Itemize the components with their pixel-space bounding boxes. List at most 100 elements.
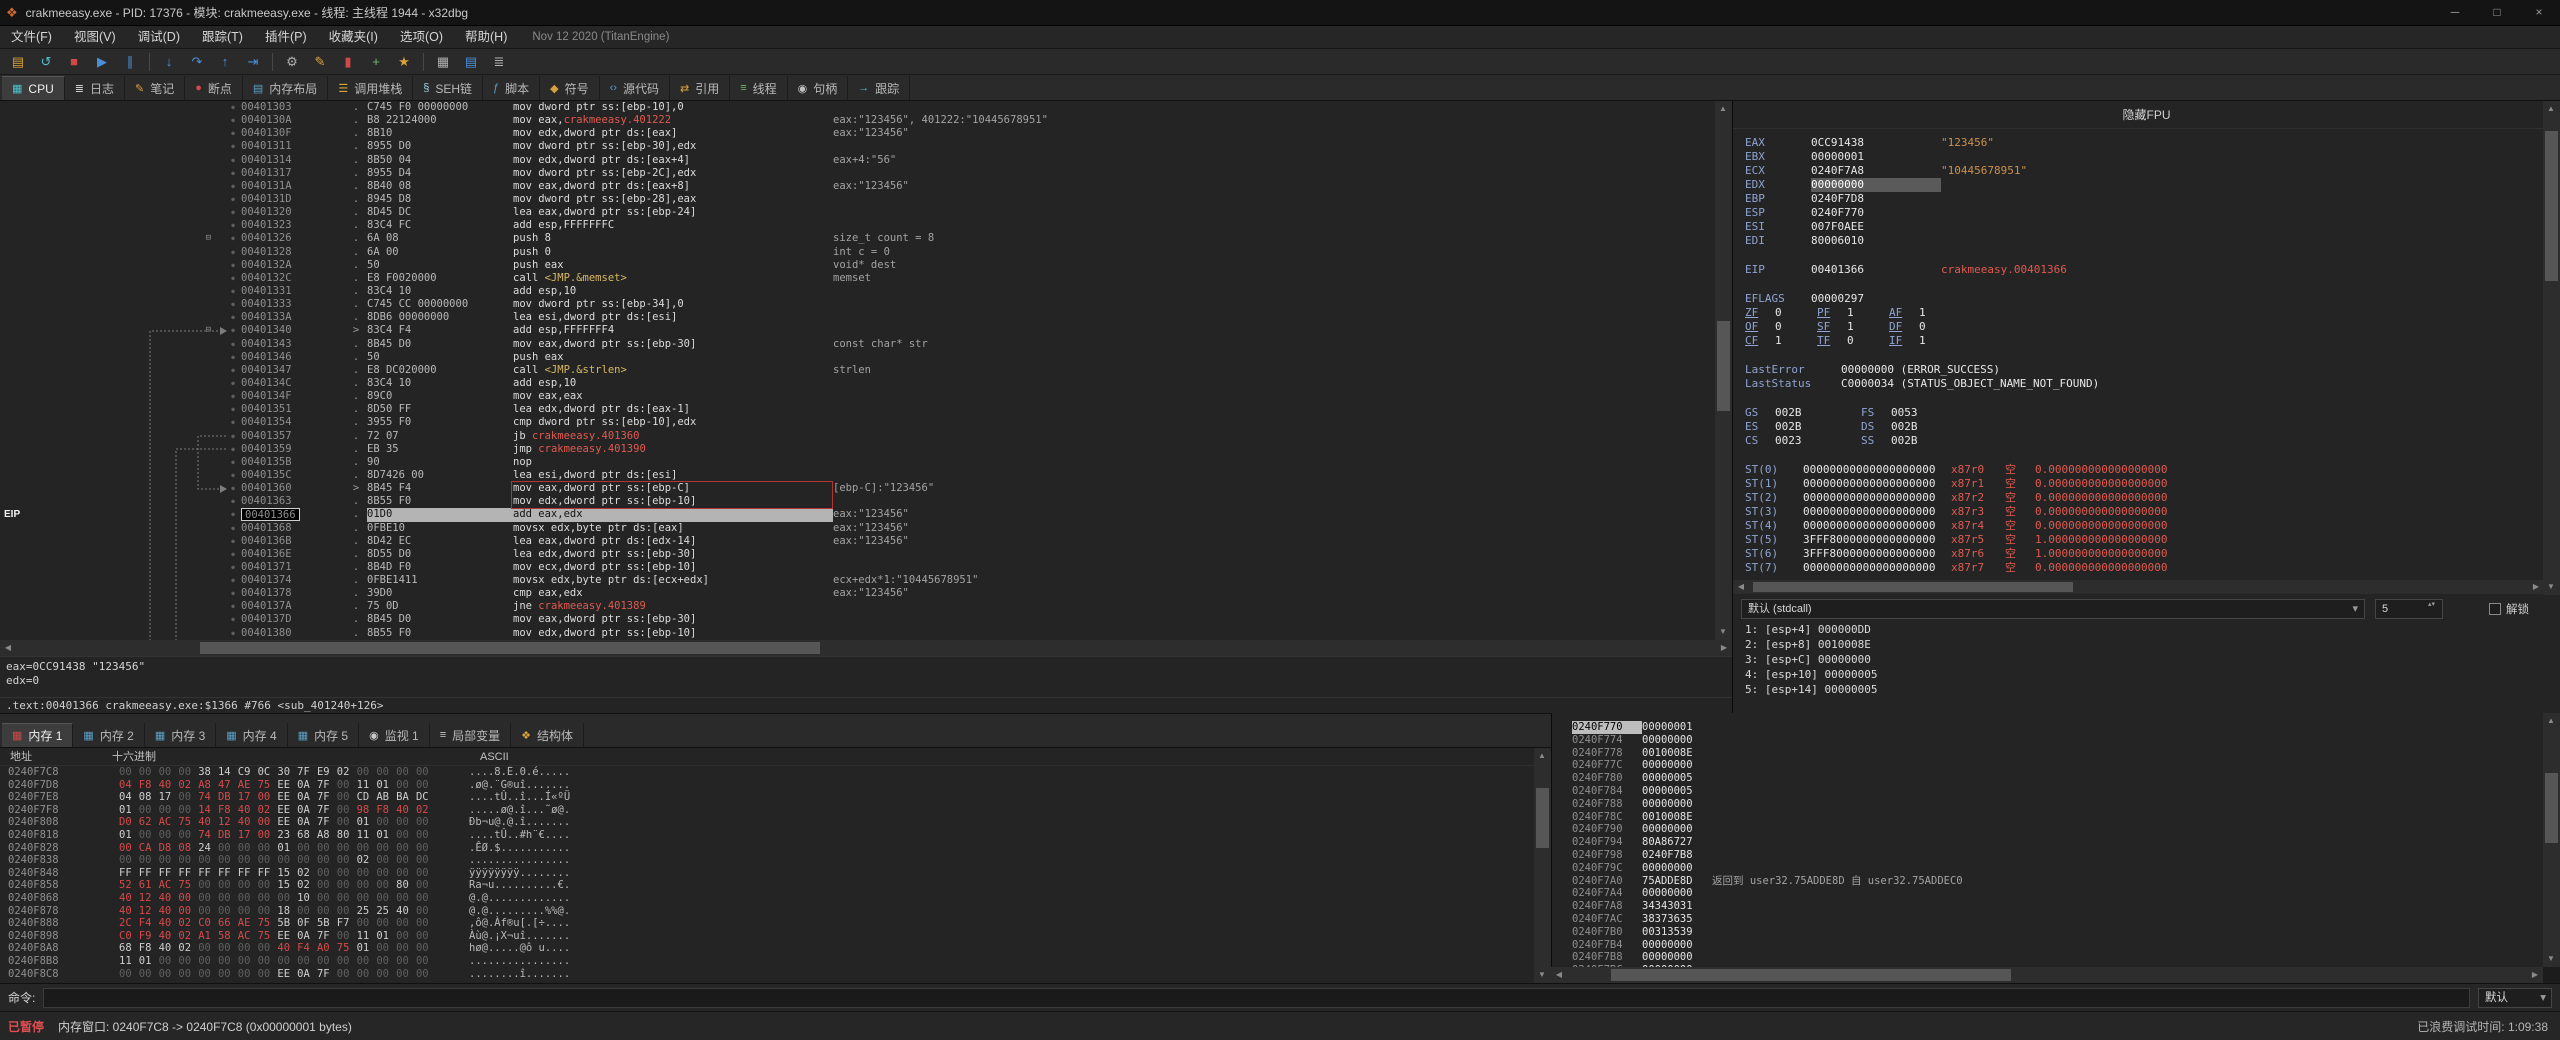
tab-trace[interactable]: → 跟踪 bbox=[848, 76, 911, 100]
disasm-row[interactable]: ⊟ ● 00401340 >83C4 F4 add esp,FFFFFFF4 bbox=[0, 324, 1715, 337]
register-row[interactable]: EDI 80006010 bbox=[1745, 234, 2544, 248]
disassembly-pane[interactable]: ● 00401303. C745 F0 00000000 mov dword ptr … bbox=[0, 101, 1715, 640]
argument-row[interactable]: 1: [esp+4] 000000DD bbox=[1745, 622, 1877, 637]
flag-name[interactable]: OF bbox=[1745, 320, 1775, 334]
scroll-thumb[interactable] bbox=[2545, 131, 2558, 281]
tab-memory-map[interactable]: ▤ 内存布局 bbox=[243, 76, 329, 100]
scroll-left-icon[interactable]: ◀ bbox=[1733, 579, 1749, 595]
command-profile-select[interactable]: 默认 bbox=[2478, 987, 2552, 1008]
scroll-down-icon[interactable]: ▼ bbox=[2543, 579, 2559, 595]
stack-row[interactable]: 0240F7AC 38373635 bbox=[1552, 913, 2543, 926]
memory-map-icon[interactable]: ▤ bbox=[458, 51, 484, 73]
register-value[interactable]: 007F0AEE bbox=[1811, 220, 1941, 234]
flag-name[interactable]: DF bbox=[1889, 320, 1919, 334]
tab-watch1[interactable]: ◉ 监视 1 bbox=[359, 723, 430, 747]
register-row[interactable]: ESP 0240F770 bbox=[1745, 206, 2544, 220]
disasm-row[interactable]: ● 0040131D. 8945 D8 mov dword ptr ss:[ebp-2… bbox=[0, 193, 1715, 206]
dump-row[interactable]: 0240F7D8 04 F8 40 02 A8 47 AE 75 EE 0A 7F 00 11 01 00 00… bbox=[0, 779, 1534, 792]
dump-row[interactable]: 0240F848 FF FF FF FF FF FF FF FF 15 02 00 00 00 00 00 00… bbox=[0, 867, 1534, 880]
tab-breakpoints[interactable]: ● 断点 bbox=[185, 76, 243, 100]
disasm-row[interactable]: ● 00401331. 83C4 10 add esp,10 bbox=[0, 285, 1715, 298]
dump-row[interactable]: 0240F7E8 04 08 17 00 74 DB 17 00 EE 0A 7F 00 CD AB BA DC… bbox=[0, 791, 1534, 804]
disasm-row[interactable]: EIP ● 00401366. 01D0 add eax,edx eax:"123456" bbox=[0, 508, 1715, 522]
tab-struct[interactable]: ❖ 结构体 bbox=[511, 723, 585, 747]
disasm-row[interactable]: ● 00401359. EB 35 jmp crakmeeasy.401390 bbox=[0, 443, 1715, 456]
tab-source[interactable]: ‹› 源代码 bbox=[600, 76, 670, 100]
disasm-row[interactable]: ● 00401360 >8B45 F4 mov eax,dword ptr ss:[e… bbox=[0, 482, 1715, 495]
disasm-row[interactable]: ● 00401303. C745 F0 00000000 mov dword ptr … bbox=[0, 101, 1715, 114]
disasm-row[interactable]: ● 00401354. 3955 F0 cmp dword ptr ss:[ebp-1… bbox=[0, 416, 1715, 429]
dump-row[interactable]: 0240F878 40 12 40 00 00 00 00 00 18 00 00 00 25 25 40 00… bbox=[0, 905, 1534, 918]
tab-symbols[interactable]: ◆ 符号 bbox=[540, 76, 600, 100]
disasm-row[interactable]: ● 0040136E. 8D55 D0 lea edx,dword ptr ss:[e… bbox=[0, 548, 1715, 561]
minimize-button[interactable]: ─ bbox=[2434, 0, 2476, 25]
register-value[interactable]: 0240F7D8 bbox=[1811, 192, 1941, 206]
register-row[interactable]: CF 1 TF 0 IF 1 bbox=[1745, 334, 2544, 348]
flag-name[interactable]: AF bbox=[1889, 306, 1919, 320]
hide-fpu-button[interactable]: 隐藏FPU bbox=[1733, 101, 2560, 129]
disasm-row[interactable]: ● 0040136B. 8D42 EC lea eax,dword ptr ds:[e… bbox=[0, 535, 1715, 548]
register-row[interactable]: EDX 00000000 bbox=[1745, 178, 2544, 192]
scroll-thumb[interactable] bbox=[1717, 321, 1730, 411]
open-file-icon[interactable]: ▤ bbox=[5, 51, 31, 73]
stack-row[interactable]: 0240F770 00000001 bbox=[1552, 721, 2543, 734]
argument-row[interactable]: 5: [esp+14] 00000005 bbox=[1745, 682, 1877, 697]
dump-row[interactable]: 0240F868 40 12 40 00 00 00 00 00 00 10 00 00 00 00 00 00… bbox=[0, 892, 1534, 905]
register-row[interactable]: ST(2) 00000000000000000000 x87r2 空 0.0000000… bbox=[1745, 491, 2544, 505]
scroll-up-icon[interactable]: ▲ bbox=[1534, 748, 1550, 764]
stack-row[interactable]: 0240F7B0 00313539 bbox=[1552, 926, 2543, 939]
tab-notes[interactable]: ✎ 笔记 bbox=[125, 76, 186, 100]
tab-mem3[interactable]: ▦ 内存 3 bbox=[145, 723, 217, 747]
argument-row[interactable]: 2: [esp+8] 0010008E bbox=[1745, 637, 1877, 652]
register-row[interactable]: ES 002B DS 002B bbox=[1745, 420, 2544, 434]
register-row[interactable]: ST(1) 00000000000000000000 x87r1 空 0.0000000… bbox=[1745, 477, 2544, 491]
dump-row[interactable]: 0240F828 00 CA D8 08 24 00 00 00 01 00 00 00 00 00 00 00… bbox=[0, 842, 1534, 855]
register-row[interactable]: ST(3) 00000000000000000000 x87r3 空 0.0000000… bbox=[1745, 505, 2544, 519]
flag-name[interactable]: TF bbox=[1817, 334, 1847, 348]
disasm-row[interactable]: ● 00401346. 50 push eax bbox=[0, 351, 1715, 364]
stack-row[interactable]: 0240F77C 00000000 bbox=[1552, 759, 2543, 772]
highlighter-icon[interactable]: ▮ bbox=[335, 51, 361, 73]
disasm-row[interactable]: ● 0040134F. 89C0 mov eax,eax bbox=[0, 390, 1715, 403]
scroll-thumb[interactable] bbox=[2545, 773, 2558, 843]
disasm-row[interactable]: ● 00401314. 8B50 04 mov edx,dword ptr ds:[e… bbox=[0, 154, 1715, 167]
stack-row[interactable]: 0240F778 0010008E bbox=[1552, 747, 2543, 760]
tab-mem4[interactable]: ▦ 内存 4 bbox=[216, 723, 288, 747]
stack-row[interactable]: 0240F788 00000000 bbox=[1552, 798, 2543, 811]
disasm-row[interactable]: ● 00401317. 8955 D4 mov dword ptr ss:[ebp-2… bbox=[0, 167, 1715, 180]
dump-row[interactable]: 0240F8C8 00 00 00 00 00 00 00 00 EE 0A 7F 00 00 00 00 00… bbox=[0, 968, 1534, 981]
run-to-user-icon[interactable]: ⇥ bbox=[240, 51, 266, 73]
disasm-row[interactable]: ● 0040131A. 8B40 08 mov eax,dword ptr ds:[e… bbox=[0, 180, 1715, 193]
disasm-row[interactable]: ● 0040132C. E8 F0020000 call <JMP.&memset> m… bbox=[0, 272, 1715, 285]
menu-item[interactable]: 插件(P) bbox=[254, 26, 318, 48]
register-value[interactable]: 0240F7A8 bbox=[1811, 164, 1941, 178]
stack-row[interactable]: 0240F78C 0010008E bbox=[1552, 811, 2543, 824]
command-input[interactable] bbox=[43, 987, 2470, 1008]
dump-row[interactable]: 0240F7C8 00 00 00 00 38 14 C9 0C 30 7F E9 02 00 00 00 00… bbox=[0, 766, 1534, 779]
step-over-icon[interactable]: ↷ bbox=[184, 51, 210, 73]
register-row[interactable]: CS 0023 SS 002B bbox=[1745, 434, 2544, 448]
stack-row[interactable]: 0240F794 80A86727 bbox=[1552, 836, 2543, 849]
step-into-icon[interactable]: ↓ bbox=[156, 51, 182, 73]
disasm-row[interactable]: ● 00401380. 8B55 F0 mov edx,dword ptr ss:[e… bbox=[0, 627, 1715, 640]
register-row[interactable]: EBX 00000001 bbox=[1745, 150, 2544, 164]
scroll-right-icon[interactable]: ▶ bbox=[2528, 579, 2544, 595]
disasm-row[interactable]: ● 00401371. 8B4D F0 mov ecx,dword ptr ss:[e… bbox=[0, 561, 1715, 574]
menu-item[interactable]: 调试(D) bbox=[127, 26, 191, 48]
register-value[interactable]: 0CC91438 bbox=[1811, 136, 1941, 150]
stack-pane[interactable]: 0240F770 00000001 0240F774 00000000 0240F778… bbox=[1551, 713, 2543, 967]
menu-item[interactable]: 文件(F) bbox=[0, 26, 63, 48]
tab-references[interactable]: ⇄ 引用 bbox=[670, 76, 731, 100]
register-row[interactable]: EIP 00401366 crakmeeasy.00401366 bbox=[1745, 263, 2544, 277]
register-row[interactable]: LastStatus C0000034 (STATUS_OBJECT_NAME_N… bbox=[1745, 377, 2544, 391]
registers-hscrollbar[interactable]: ◀ ▶ bbox=[1733, 580, 2544, 594]
dump-row[interactable]: 0240F7F8 01 00 00 00 14 F8 40 02 EE 0A 7F 00 98 F8 40 02… bbox=[0, 804, 1534, 817]
register-row[interactable]: ST(7) 00000000000000000000 x87r7 空 0.0000000… bbox=[1745, 561, 2544, 575]
tab-locals[interactable]: ≡ 局部变量 bbox=[430, 723, 512, 747]
register-row[interactable]: ESI 007F0AEE bbox=[1745, 220, 2544, 234]
dump-row[interactable]: 0240F818 01 00 00 00 74 DB 17 00 23 68 A8 80 11 01 00 00… bbox=[0, 829, 1534, 842]
calling-convention-select[interactable]: 默认 (stdcall) bbox=[1741, 599, 2365, 619]
disasm-row[interactable]: ● 00401343. 8B45 D0 mov eax,dword ptr ss:[e… bbox=[0, 338, 1715, 351]
registers-vscrollbar[interactable]: ▲ ▼ bbox=[2543, 101, 2560, 595]
tab-call-stack[interactable]: ☰ 调用堆栈 bbox=[328, 76, 414, 100]
